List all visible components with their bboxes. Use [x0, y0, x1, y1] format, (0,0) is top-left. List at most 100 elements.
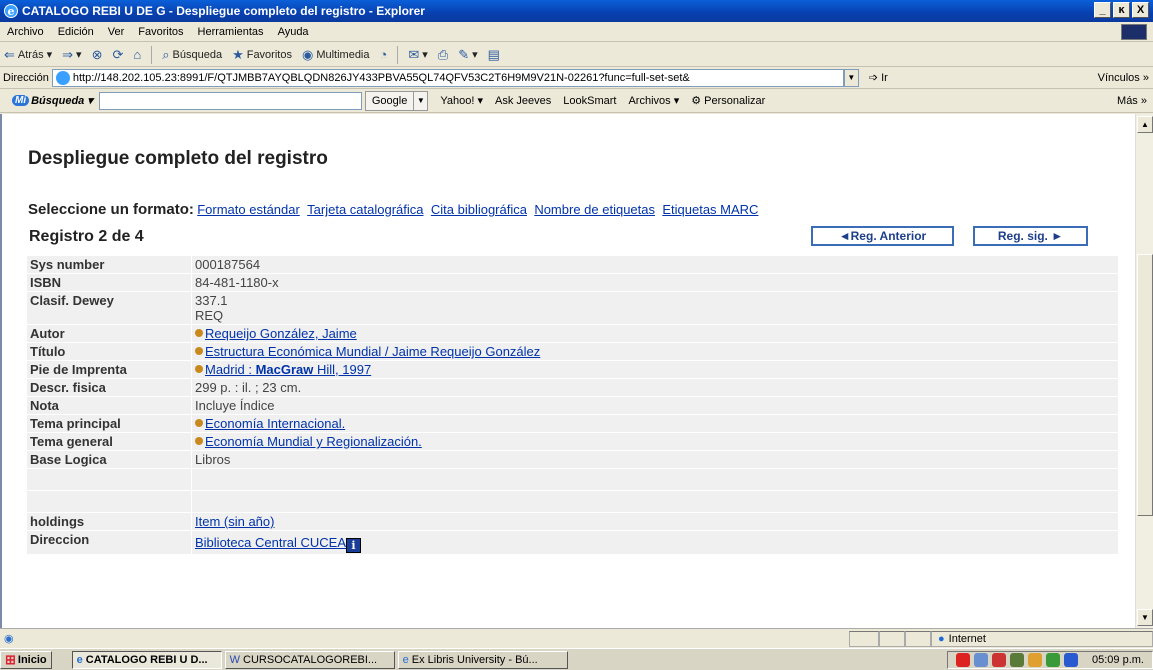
table-row: Nota Incluye Índice: [26, 396, 1119, 415]
imprint-publisher-highlight: MacGraw: [255, 362, 314, 377]
holdings-value: Item (sin año): [191, 512, 1119, 531]
start-button[interactable]: ⊞ Inicio: [0, 650, 52, 669]
table-row: Descr. fisica 299 p. : il. ; 23 cm.: [26, 378, 1119, 397]
ie-icon: e: [76, 653, 83, 666]
personalizar-button[interactable]: ⚙ Personalizar: [691, 94, 765, 107]
network-icon[interactable]: [1010, 652, 1025, 667]
search-button[interactable]: ⌕ Búsqueda: [162, 47, 222, 63]
links-button[interactable]: Vínculos »: [1098, 72, 1153, 84]
maximize-button[interactable]: ĸ: [1113, 2, 1130, 18]
holdings-link[interactable]: Item (sin año): [195, 514, 274, 529]
update-icon[interactable]: [1046, 652, 1061, 667]
edit-button[interactable]: ✎ ▾: [458, 47, 477, 63]
ask-jeeves-button[interactable]: Ask Jeeves: [495, 95, 551, 107]
info-icon[interactable]: i: [346, 538, 362, 553]
bullet-icon: [195, 365, 203, 373]
record-table: Sys number 000187564 ISBN 84-481-1180-x …: [26, 255, 1119, 555]
archivos-button[interactable]: Archivos ▾: [628, 94, 679, 107]
empty-cell: [191, 468, 1119, 491]
format-card-link[interactable]: Tarjeta catalográfica: [307, 202, 423, 217]
address-input[interactable]: http://148.202.105.23:8991/F/QTJMBB7AYQB…: [51, 68, 844, 87]
location-link[interactable]: Biblioteca Central CUCEA: [195, 535, 346, 550]
imprint-rest: Hill, 1997: [313, 362, 372, 377]
chevron-down-icon: ▾: [46, 49, 53, 61]
imprint-link[interactable]: Madrid : MacGraw Hill, 1997: [205, 362, 371, 377]
task-exlibris[interactable]: e Ex Libris University - Bú...: [397, 650, 568, 669]
language-icon[interactable]: [1064, 652, 1079, 667]
mi-busqueda-button[interactable]: Mi Búsqueda ▾: [12, 94, 93, 107]
google-button[interactable]: Google: [364, 90, 415, 111]
author-link[interactable]: Requeijo González, Jaime: [205, 326, 357, 341]
stop-button[interactable]: ⊗: [92, 47, 103, 63]
menu-favoritos[interactable]: Favoritos: [131, 26, 190, 38]
table-row-empty: [26, 468, 1119, 491]
forward-arrow-icon: ⇒: [62, 46, 74, 62]
main-subject-link[interactable]: Economía Internacional.: [205, 416, 345, 431]
multimedia-button[interactable]: ◉ Multimedia: [302, 47, 370, 63]
stop-icon: ⊗: [91, 46, 103, 62]
task-catalogo[interactable]: e CATALOGO REBI U D...: [71, 650, 222, 669]
back-button[interactable]: ⇐ Atrás ▾: [4, 47, 52, 63]
field-label: Clasif. Dewey: [26, 291, 192, 325]
field-label: Pie de Imprenta: [26, 360, 192, 379]
home-button[interactable]: ⌂: [133, 47, 141, 62]
imprint-place: Madrid :: [205, 362, 256, 377]
go-button[interactable]: ➩ Ir: [869, 71, 888, 85]
print-button[interactable]: ⎙: [438, 47, 448, 63]
history-button[interactable]: ◔: [380, 47, 388, 62]
favorites-label: Favoritos: [246, 48, 292, 61]
bullet-icon: [195, 329, 203, 337]
table-row: Tema principal Economía Internacional.: [26, 414, 1119, 433]
format-marc-link[interactable]: Etiquetas MARC: [662, 202, 758, 217]
discuss-button[interactable]: ▤: [488, 47, 500, 63]
menu-herramientas[interactable]: Herramientas: [191, 26, 271, 38]
scroll-thumb[interactable]: [1137, 254, 1153, 516]
page-status-icon: ◉: [4, 633, 14, 645]
title-value: Estructura Económica Mundial / Jaime Req…: [191, 342, 1119, 361]
minimize-button[interactable]: _: [1094, 2, 1111, 18]
next-record-button[interactable]: Reg. sig. ►: [973, 226, 1088, 246]
messenger-icon[interactable]: [1028, 652, 1043, 667]
google-dropdown-button[interactable]: ▼: [414, 90, 429, 111]
zone-label: Internet: [948, 632, 986, 645]
system-tray: 05:09 p.m.: [947, 650, 1153, 669]
norton-icon[interactable]: [956, 652, 971, 667]
close-button[interactable]: X: [1132, 2, 1149, 18]
field-label: Base Logica: [26, 450, 192, 469]
scroll-down-button[interactable]: ▼: [1137, 609, 1153, 626]
antivirus-icon[interactable]: [992, 652, 1007, 667]
menu-ver[interactable]: Ver: [101, 26, 132, 38]
forward-button[interactable]: ⇒ ▾: [62, 47, 81, 63]
refresh-button[interactable]: ⟳: [112, 47, 123, 63]
volume-icon[interactable]: [974, 652, 989, 667]
menu-archivo[interactable]: Archivo: [0, 26, 51, 38]
task-cursocatalogo[interactable]: W CURSOCATALOGOREBI...: [224, 650, 395, 669]
yahoo-button[interactable]: Yahoo! ▾: [440, 94, 483, 107]
field-label: Tema general: [26, 432, 192, 451]
title-link[interactable]: Estructura Económica Mundial / Jaime Req…: [205, 344, 540, 359]
vertical-scrollbar[interactable]: ▲ ▼: [1135, 114, 1153, 628]
more-button[interactable]: Más »: [1117, 95, 1153, 107]
address-label: Dirección: [3, 71, 49, 84]
home-icon: ⌂: [133, 47, 142, 62]
previous-record-button[interactable]: ◄Reg. Anterior: [811, 226, 954, 246]
address-url: http://148.202.105.23:8991/F/QTJMBB7AYQB…: [72, 71, 690, 84]
table-row: Autor Requeijo González, Jaime: [26, 324, 1119, 343]
toolbar-search-input[interactable]: [98, 91, 362, 110]
status-cell: [905, 630, 931, 647]
format-citation-link[interactable]: Cita bibliográfica: [431, 202, 527, 217]
scroll-up-button[interactable]: ▲: [1137, 116, 1153, 133]
format-tag-names-link[interactable]: Nombre de etiquetas: [534, 202, 655, 217]
favorites-button[interactable]: ★ Favoritos: [232, 47, 292, 63]
field-label: Autor: [26, 324, 192, 343]
menu-ayuda[interactable]: Ayuda: [271, 26, 316, 38]
chevron-down-icon: ▾: [422, 49, 428, 61]
looksmart-button[interactable]: LookSmart: [563, 95, 616, 107]
mail-button[interactable]: ✉ ▾: [408, 47, 427, 63]
menu-edicion[interactable]: Edición: [51, 26, 101, 38]
format-standard-link[interactable]: Formato estándar: [197, 202, 300, 217]
address-dropdown-button[interactable]: ▼: [843, 68, 859, 87]
note-value: Incluye Índice: [191, 396, 1119, 415]
general-subject-link[interactable]: Economía Mundial y Regionalización.: [205, 434, 422, 449]
print-icon: ⎙: [437, 46, 449, 62]
